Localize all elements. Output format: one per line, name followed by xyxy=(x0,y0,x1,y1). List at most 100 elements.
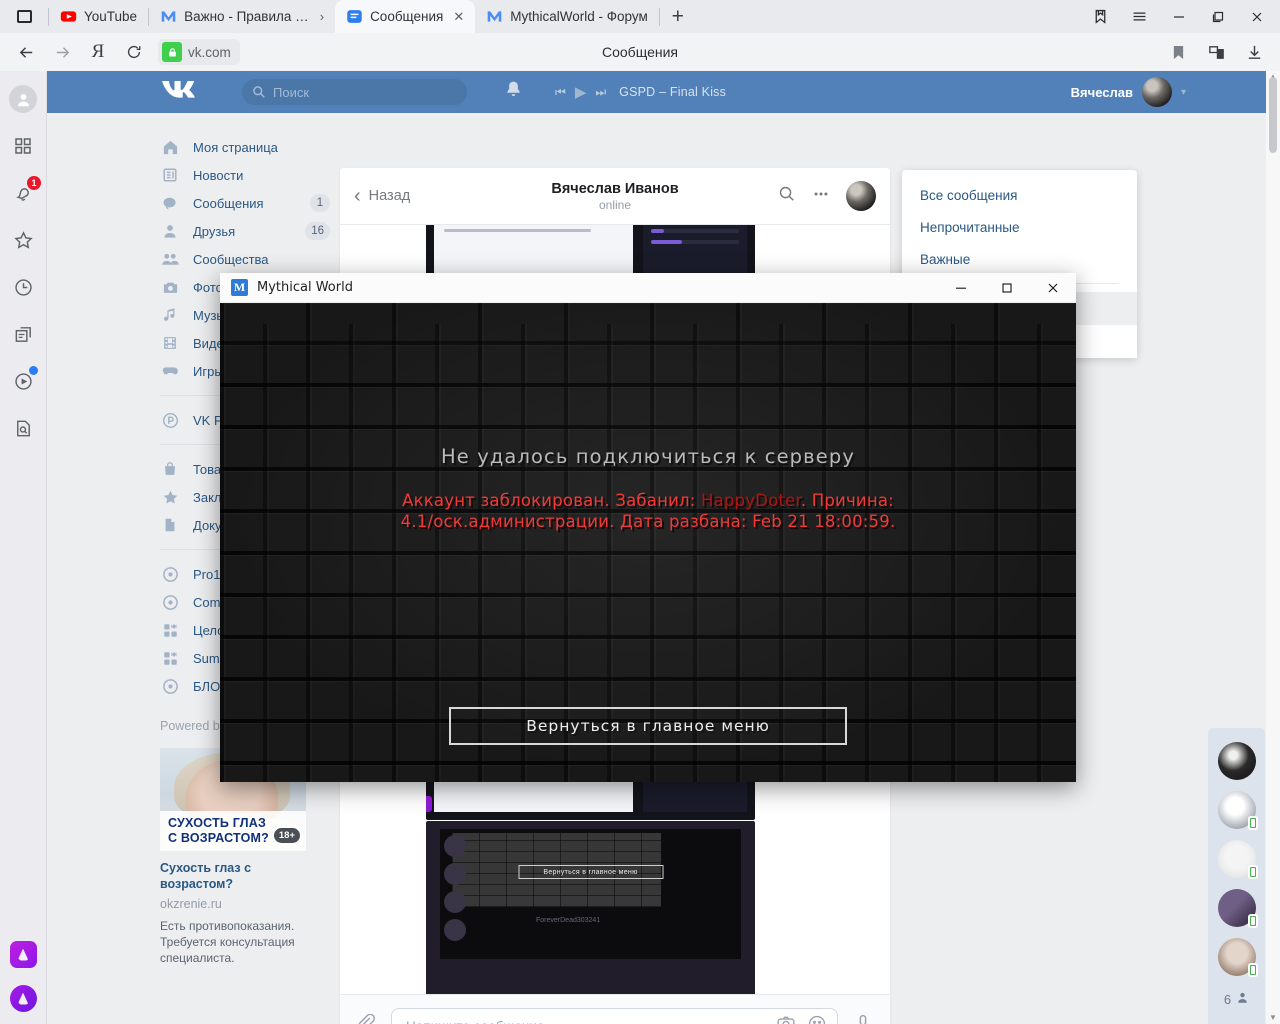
player-prev-button[interactable]: ⏮ xyxy=(555,85,566,100)
window-maximize-button[interactable] xyxy=(1198,0,1237,33)
vkpay-icon xyxy=(160,412,180,429)
browser-tab-messages[interactable]: Сообщения ✕ xyxy=(335,0,476,33)
window-minimize-button[interactable] xyxy=(1159,0,1198,33)
tabs-stack-icon[interactable] xyxy=(9,320,37,348)
vk-logo[interactable] xyxy=(160,77,215,107)
document-search-icon[interactable] xyxy=(9,414,37,442)
rail-bottom-group xyxy=(9,936,41,1024)
video-play-icon[interactable] xyxy=(9,366,38,395)
browser-tab-forum[interactable]: MythicalWorld - Форум xyxy=(475,0,659,33)
online-friends-rail: 6 xyxy=(1208,728,1265,1024)
sidebar-badge-messages: 1 xyxy=(310,194,330,212)
vk-notifications-bell-icon[interactable] xyxy=(505,80,522,104)
return-to-main-menu-button[interactable]: Вернуться в главное меню xyxy=(449,707,847,745)
page-scrollbar[interactable]: ▲ ▼ xyxy=(1266,71,1280,1024)
alice-card-icon[interactable] xyxy=(9,936,41,968)
smile-icon[interactable] xyxy=(807,1014,827,1024)
game-canvas[interactable]: Не удалось подключиться к серверу Аккаун… xyxy=(220,303,1076,782)
sidebar-item-friends[interactable]: Друзья 16 xyxy=(160,217,330,245)
game-window-title-bar[interactable]: M Mythical World xyxy=(220,273,1076,303)
friend-avatar-5[interactable] xyxy=(1217,938,1258,977)
mobile-online-badge xyxy=(1247,865,1258,879)
nav-back-button[interactable] xyxy=(8,33,44,71)
window-close-button[interactable] xyxy=(1237,0,1276,33)
notifications-bell-icon[interactable]: 1 xyxy=(9,176,41,207)
downloads-icon[interactable] xyxy=(1236,33,1272,71)
dropdown-item-all[interactable]: Все сообщения xyxy=(902,179,1137,211)
sidebar-item-label: Моя страница xyxy=(193,139,278,155)
tab-close-icon[interactable]: ✕ xyxy=(453,9,464,25)
browser-side-rail: 1 xyxy=(0,71,47,1024)
browser-menu-icon[interactable] xyxy=(1120,0,1159,33)
favorites-star-icon[interactable] xyxy=(9,226,37,254)
alice-drop-glyph xyxy=(17,992,29,1005)
chat-header-actions xyxy=(778,181,876,211)
nav-right-icons xyxy=(1160,33,1272,71)
bookmarks-star-icon xyxy=(160,489,180,506)
ad-title[interactable]: Сухость глаз с возрастом? xyxy=(160,860,306,893)
window-controls xyxy=(1081,0,1280,33)
history-clock-icon[interactable] xyxy=(9,273,37,301)
more-dots-icon[interactable] xyxy=(812,185,830,208)
message-input[interactable] xyxy=(406,1019,776,1024)
alice-round-icon[interactable] xyxy=(9,985,37,1012)
nav-forward-button[interactable] xyxy=(44,33,80,71)
bookmarks-icon[interactable] xyxy=(1081,0,1120,33)
dropdown-item-important[interactable]: Важные xyxy=(902,243,1137,275)
game-error-line1: Аккаунт заблокирован. Забанил: HappyDote… xyxy=(220,491,1076,512)
apps-small-icon xyxy=(160,650,180,667)
chat-peer-avatar[interactable] xyxy=(846,181,876,211)
url-text: vk.com xyxy=(188,44,231,60)
game-maximize-button[interactable] xyxy=(984,273,1030,303)
ad-domain: okzrenie.ru xyxy=(160,896,222,911)
game-error-line2: 4.1/оск.администрации. Дата разбана: Feb… xyxy=(400,511,896,531)
browser-tab-youtube[interactable]: YouTube xyxy=(49,0,148,33)
browser-tab-rules[interactable]: Важно - Правила подачи › xyxy=(149,0,335,33)
groups-icon xyxy=(160,250,180,268)
message-attachment-game-screenshot[interactable]: Вернуться в главное меню ForeverDead3032… xyxy=(426,821,755,994)
sidebar-item-news[interactable]: Новости xyxy=(160,161,330,189)
nav-reload-button[interactable] xyxy=(116,33,152,71)
vk-user-menu[interactable]: Вячеслав ▾ xyxy=(1071,77,1186,107)
mobile-online-badge xyxy=(1247,963,1258,977)
player-next-button[interactable]: ⏭ xyxy=(595,85,606,100)
mobile-online-badge xyxy=(1247,914,1258,928)
nav-home-button[interactable]: Я xyxy=(80,33,116,71)
attachment-progress-row xyxy=(651,240,739,244)
bookmark-icon[interactable] xyxy=(1160,33,1196,71)
profile-avatar[interactable] xyxy=(9,85,37,113)
paperclip-icon[interactable] xyxy=(356,1013,377,1024)
attachment-avatar xyxy=(444,863,466,885)
ad-age-badge: 18+ xyxy=(273,828,300,843)
friend-avatar-2[interactable] xyxy=(1217,791,1258,830)
apps-grid-icon[interactable] xyxy=(9,132,37,160)
player-play-button[interactable]: ▶ xyxy=(575,83,587,101)
friend-avatar-4[interactable] xyxy=(1217,889,1258,928)
sidebar-item-groups[interactable]: Сообщества xyxy=(160,245,330,273)
game-close-button[interactable] xyxy=(1030,273,1076,303)
message-input-wrapper[interactable] xyxy=(391,1007,838,1024)
friend-avatar-1[interactable] xyxy=(1217,742,1256,780)
target-icon xyxy=(160,594,180,611)
sidebar-item-messages[interactable]: Сообщения 1 xyxy=(160,189,330,217)
vk-search-input[interactable]: Поиск xyxy=(242,79,467,105)
page-scrollbar-thumb[interactable] xyxy=(1269,77,1277,153)
goods-bag-icon xyxy=(160,461,180,477)
scroll-down-arrow[interactable]: ▼ xyxy=(1266,1013,1280,1022)
game-minimize-button[interactable] xyxy=(938,273,984,303)
attachment-user-label: ForeverDead303241 xyxy=(536,917,601,924)
dropdown-item-unread[interactable]: Непрочитанные xyxy=(902,211,1137,243)
url-bar[interactable]: vk.com xyxy=(158,39,240,65)
sidebar-badge-friends: 16 xyxy=(305,222,330,240)
sidebar-item-my-page[interactable]: Моя страница xyxy=(160,133,330,161)
search-icon[interactable] xyxy=(778,185,796,208)
friend-avatar-3[interactable] xyxy=(1217,840,1258,879)
new-tab-button[interactable]: + xyxy=(660,0,696,33)
attachment-game-button: Вернуться в главное меню xyxy=(518,865,663,879)
camera-icon[interactable] xyxy=(776,1014,796,1024)
music-icon xyxy=(160,307,180,323)
lock-icon xyxy=(162,42,182,62)
collections-icon[interactable] xyxy=(1198,33,1234,71)
microphone-icon[interactable] xyxy=(852,1013,874,1024)
window-restore-badge[interactable] xyxy=(0,0,48,33)
